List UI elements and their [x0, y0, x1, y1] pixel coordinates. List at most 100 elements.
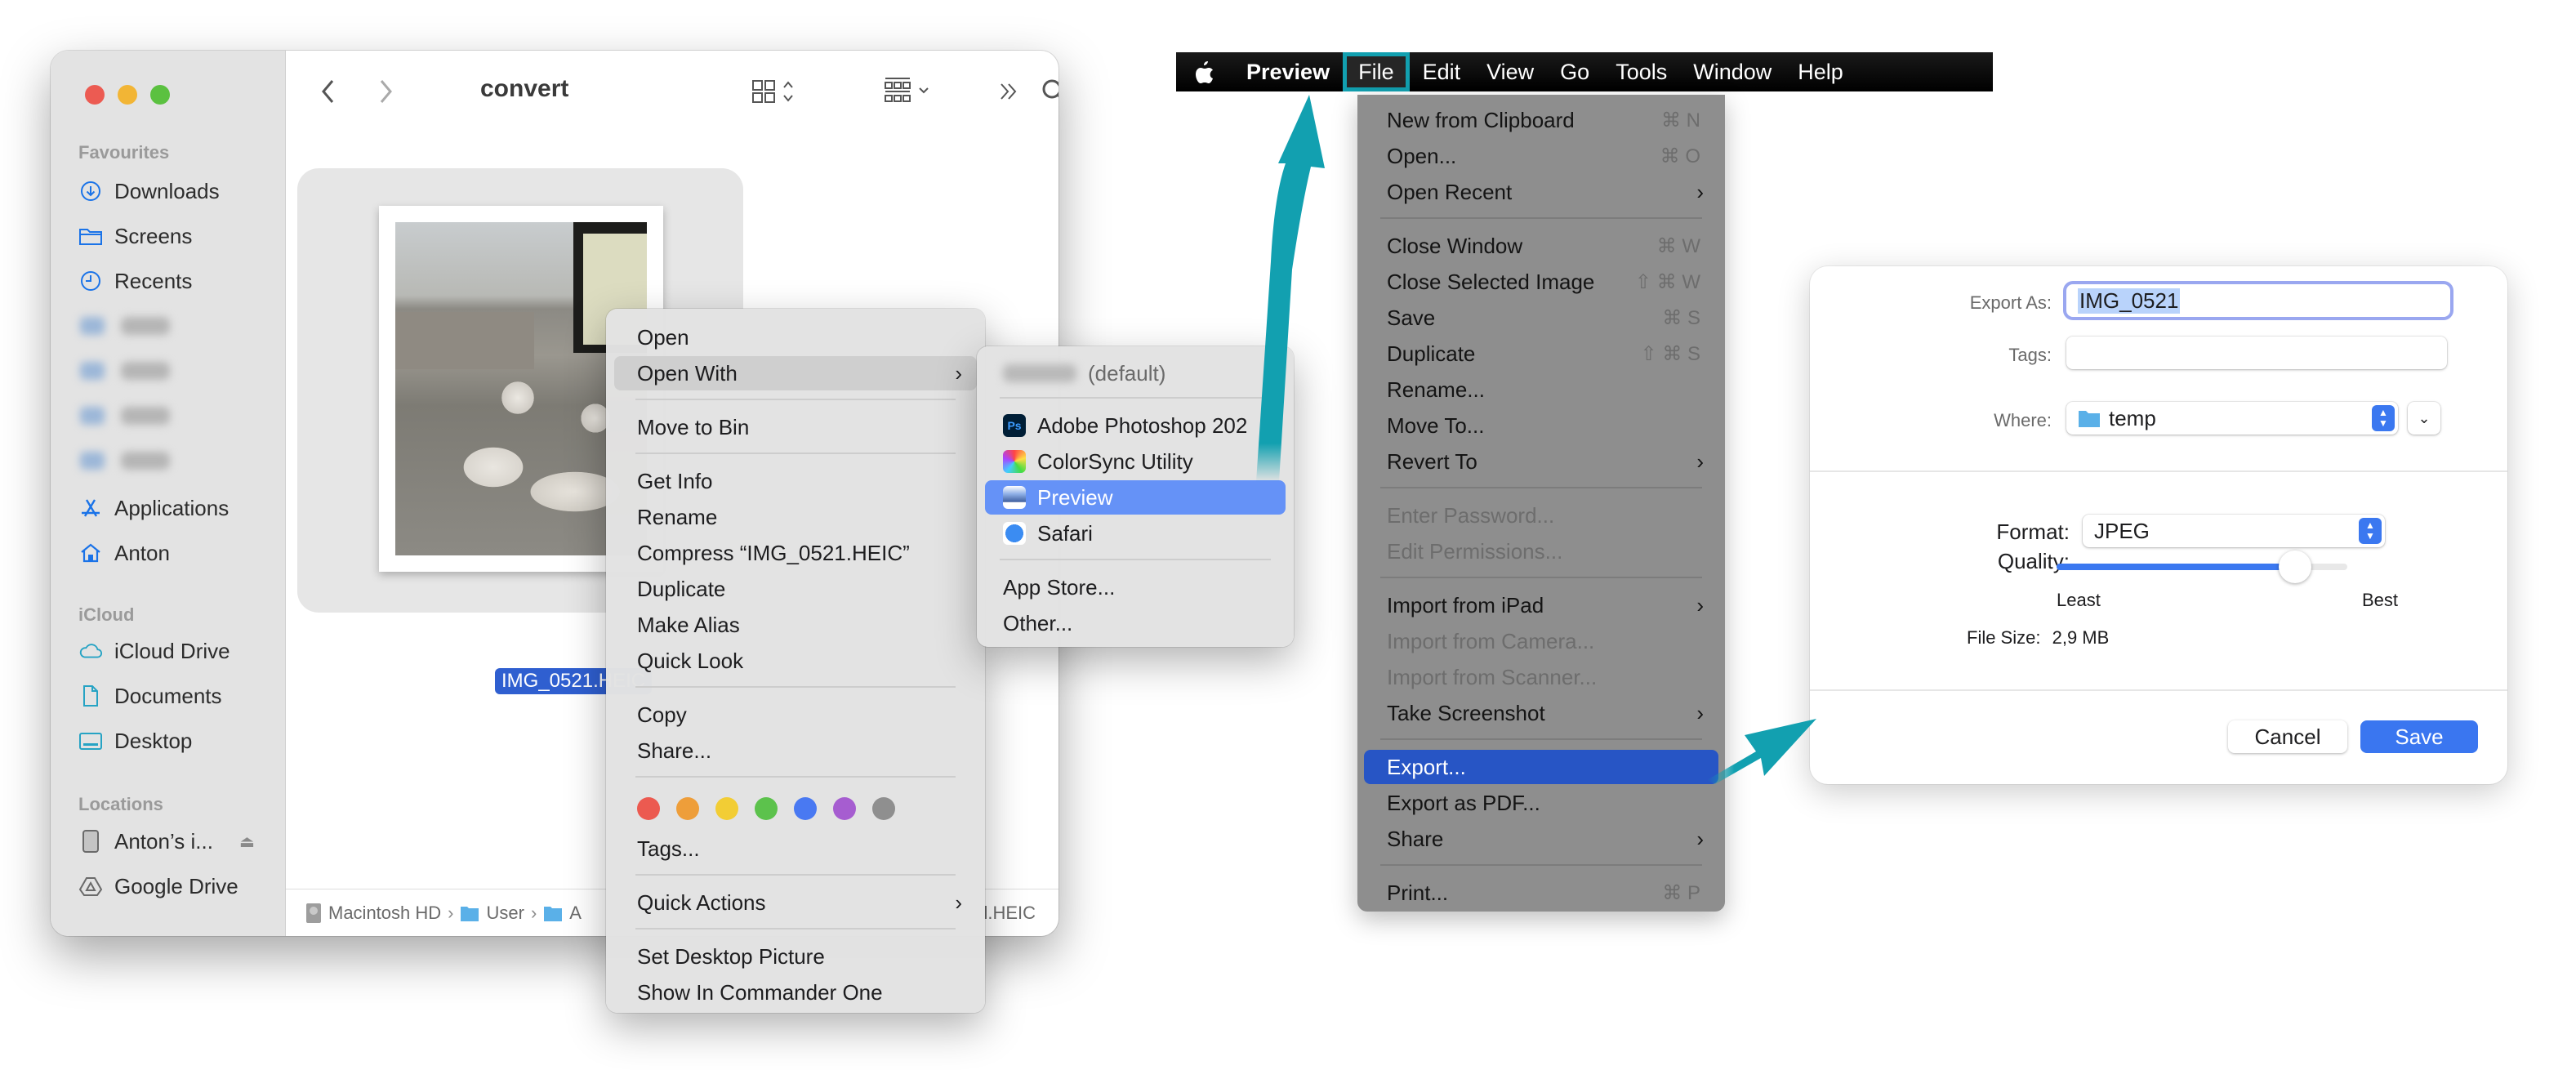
quality-slider[interactable] [2057, 551, 2347, 583]
menu-item-open-with[interactable]: Open With › [614, 356, 977, 390]
tag-purple[interactable] [833, 797, 856, 820]
menu-item-preview[interactable]: Preview [985, 480, 1286, 515]
menu-item-rename[interactable]: Rename [614, 500, 977, 534]
tag-yellow[interactable] [715, 797, 738, 820]
sidebar-item-recents[interactable]: Recents [78, 263, 192, 299]
sidebar-item-downloads[interactable]: Downloads [78, 173, 220, 209]
search-button[interactable] [1041, 75, 1058, 108]
apple-menu[interactable] [1176, 52, 1233, 91]
menu-item-label: Copy [637, 702, 687, 727]
menu-item-colorsync[interactable]: ColorSync Utility [985, 444, 1286, 479]
menu-item-get-info[interactable]: Get Info [614, 464, 977, 498]
sidebar-item-blurred[interactable] [80, 317, 170, 335]
menu-item-move-to[interactable]: Move To... [1364, 408, 1718, 443]
where-select[interactable]: temp ▲ ▼ [2066, 402, 2398, 435]
export-as-input[interactable]: IMG_0521 [2066, 284, 2450, 317]
window-controls [85, 85, 170, 105]
menu-tools[interactable]: Tools [1602, 52, 1680, 91]
menu-item-app-store[interactable]: App Store... [985, 570, 1286, 604]
sidebar-item-applications[interactable]: Applications [78, 490, 229, 526]
menu-item-print[interactable]: Print... ⌘ P [1364, 876, 1718, 910]
minimize-window-button[interactable] [118, 85, 137, 105]
menu-item-copy[interactable]: Copy [614, 698, 977, 732]
save-button[interactable]: Save [2360, 720, 2478, 753]
path-item[interactable]: A [543, 903, 582, 924]
close-window-button[interactable] [85, 85, 105, 105]
menu-separator [1380, 864, 1702, 866]
menu-item-open[interactable]: Open... ⌘ O [1364, 139, 1718, 173]
menu-item-other[interactable]: Other... [985, 606, 1286, 640]
menu-go[interactable]: Go [1547, 52, 1602, 91]
zoom-window-button[interactable] [150, 85, 170, 105]
forward-button[interactable] [377, 75, 394, 108]
chevron-right-icon: › [1696, 592, 1704, 617]
tag-gray[interactable] [872, 797, 895, 820]
menu-item-compress[interactable]: Compress “IMG_0521.HEIC” [614, 536, 977, 570]
menu-item-take-screenshot[interactable]: Take Screenshot › [1364, 696, 1718, 730]
menu-item-close-window[interactable]: Close Window ⌘ W [1364, 229, 1718, 263]
menu-file[interactable]: File [1343, 52, 1410, 91]
group-by-button[interactable] [882, 75, 934, 108]
menu-item-save[interactable]: Save ⌘ S [1364, 301, 1718, 335]
menu-item-share[interactable]: Share... [614, 733, 977, 768]
menu-item-quick-look[interactable]: Quick Look [614, 644, 977, 678]
format-select[interactable]: JPEG ▲ ▼ [2083, 515, 2385, 547]
sidebar-item-ipad[interactable]: Anton’s i... ⏏ [78, 823, 255, 859]
menu-item-export-as-pdf[interactable]: Export as PDF... [1364, 786, 1718, 820]
menu-view[interactable]: View [1473, 52, 1547, 91]
menu-item-rename[interactable]: Rename... [1364, 372, 1718, 407]
menu-item-open-recent[interactable]: Open Recent › [1364, 175, 1718, 209]
shortcut-label: ⇧ ⌘ S [1640, 342, 1700, 365]
view-mode-button[interactable] [751, 75, 797, 108]
menu-edit[interactable]: Edit [1410, 52, 1474, 91]
menu-window[interactable]: Window [1680, 52, 1785, 91]
menu-item-set-desktop-picture[interactable]: Set Desktop Picture [614, 939, 977, 974]
tag-blue[interactable] [794, 797, 817, 820]
menu-item-open[interactable]: Open [614, 320, 977, 354]
dialog-separator [1810, 470, 2507, 472]
eject-icon[interactable]: ⏏ [239, 831, 255, 852]
more-toolbar-button[interactable] [998, 75, 1019, 108]
path-item[interactable]: Macintosh HD [305, 903, 441, 924]
menu-item-duplicate[interactable]: Duplicate [614, 572, 977, 606]
menu-item-move-to-bin[interactable]: Move to Bin [614, 410, 977, 444]
menu-help[interactable]: Help [1785, 52, 1856, 91]
sidebar-item-screens[interactable]: Screens [78, 218, 192, 254]
tag-green[interactable] [755, 797, 778, 820]
menu-item-share[interactable]: Share › [1364, 822, 1718, 856]
back-button[interactable] [320, 75, 336, 108]
sidebar-item-desktop[interactable]: Desktop [78, 723, 192, 759]
menu-app-preview[interactable]: Preview [1233, 52, 1343, 91]
sidebar-item-blurred[interactable] [80, 452, 170, 470]
menu-item-import-from-ipad[interactable]: Import from iPad › [1364, 588, 1718, 622]
menu-item-revert-to[interactable]: Revert To › [1364, 444, 1718, 479]
sidebar-item-google-drive[interactable]: Google Drive [78, 868, 238, 904]
menu-item-quick-actions[interactable]: Quick Actions › [614, 885, 977, 920]
cancel-button[interactable]: Cancel [2228, 720, 2347, 753]
sidebar-item-blurred[interactable] [80, 407, 170, 425]
menu-item-duplicate[interactable]: Duplicate ⇧ ⌘ S [1364, 337, 1718, 371]
path-separator: › [530, 902, 537, 923]
tag-red[interactable] [637, 797, 660, 820]
path-separator: › [448, 902, 454, 923]
menu-item-close-selected-image[interactable]: Close Selected Image ⇧ ⌘ W [1364, 265, 1718, 299]
tag-orange[interactable] [676, 797, 699, 820]
menu-item-make-alias[interactable]: Make Alias [614, 608, 977, 642]
quality-slider-knob[interactable] [2278, 551, 2311, 583]
path-item-file[interactable]: l.HEIC [983, 903, 1036, 924]
sidebar-item-anton[interactable]: Anton [78, 535, 170, 571]
menu-item-safari[interactable]: Safari [985, 516, 1286, 551]
path-item[interactable]: User [460, 903, 524, 924]
expand-dialog-button[interactable]: ⌄ [2408, 402, 2440, 435]
menu-item-default-app[interactable]: (default) [985, 356, 1286, 390]
menu-item-show-in-commander-one[interactable]: Show In Commander One [614, 975, 977, 1010]
menu-item-tags[interactable]: Tags... [614, 831, 977, 866]
menu-item-new-from-clipboard[interactable]: New from Clipboard ⌘ N [1364, 103, 1718, 137]
sidebar-item-icloud-drive[interactable]: iCloud Drive [78, 633, 230, 669]
tags-input[interactable] [2066, 337, 2447, 369]
menu-item-export[interactable]: Export... [1364, 750, 1718, 784]
menu-item-photoshop[interactable]: Ps Adobe Photoshop 202 [985, 408, 1286, 443]
tag-colors [637, 797, 895, 820]
sidebar-item-documents[interactable]: Documents [78, 678, 222, 714]
sidebar-item-blurred[interactable] [80, 362, 170, 380]
